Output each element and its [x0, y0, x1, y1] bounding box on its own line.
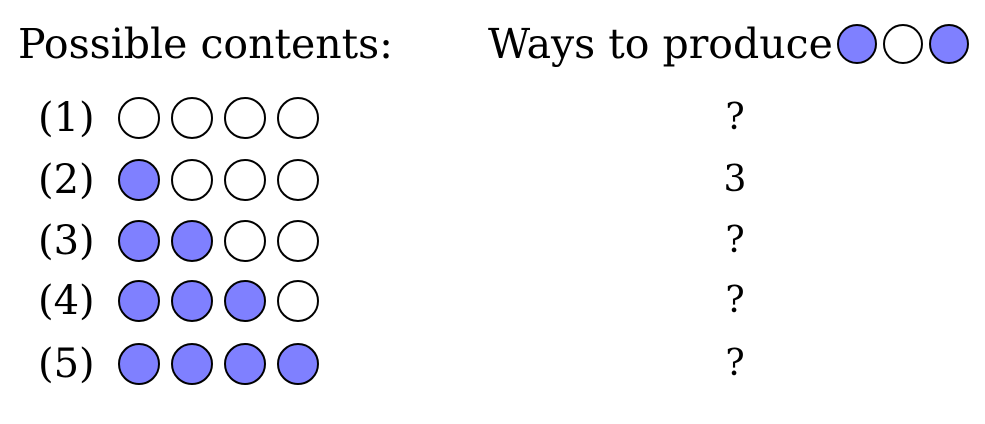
bag-row: (4) — [38, 276, 319, 326]
white-marble — [118, 97, 160, 139]
row-label: (1) — [38, 95, 95, 141]
blue-marble — [928, 24, 969, 64]
white-marble — [171, 159, 213, 201]
blue-marble — [171, 280, 213, 322]
ways-count: ? — [725, 343, 745, 384]
ways-count: ? — [725, 220, 745, 261]
ways-count: ? — [725, 280, 745, 321]
possible-contents-heading: Possible contents: — [18, 20, 393, 68]
white-marble — [277, 220, 319, 262]
row-label: (2) — [38, 157, 95, 203]
white-marble — [277, 159, 319, 201]
white-marble — [882, 24, 923, 64]
target-sequence — [836, 24, 969, 64]
ways-to-produce-heading: Ways to produce — [488, 16, 969, 72]
blue-marble — [118, 280, 160, 322]
row-label: (4) — [38, 278, 95, 324]
ways-to-produce-label: Ways to produce — [488, 20, 833, 68]
white-marble — [224, 159, 266, 201]
bag-row: (5) — [38, 339, 319, 389]
white-marble — [277, 97, 319, 139]
blue-marble — [118, 220, 160, 262]
row-label: (3) — [38, 218, 95, 264]
row-label: (5) — [38, 341, 95, 387]
row-marbles — [118, 220, 319, 262]
blue-marble — [171, 220, 213, 262]
white-marble — [224, 220, 266, 262]
white-marble — [224, 97, 266, 139]
bag-row: (1) — [38, 93, 319, 143]
blue-marble — [171, 343, 213, 385]
blue-marble — [118, 159, 160, 201]
blue-marble — [277, 343, 319, 385]
ways-count: 3 — [723, 159, 747, 200]
blue-marble — [224, 343, 266, 385]
bag-row: (2) — [38, 155, 319, 205]
blue-marble — [224, 280, 266, 322]
row-marbles — [118, 97, 319, 139]
blue-marble — [836, 24, 877, 64]
white-marble — [277, 280, 319, 322]
blue-marble — [118, 343, 160, 385]
row-marbles — [118, 280, 319, 322]
row-marbles — [118, 159, 319, 201]
row-marbles — [118, 343, 319, 385]
ways-count: ? — [725, 97, 745, 138]
white-marble — [171, 97, 213, 139]
bag-row: (3) — [38, 216, 319, 266]
